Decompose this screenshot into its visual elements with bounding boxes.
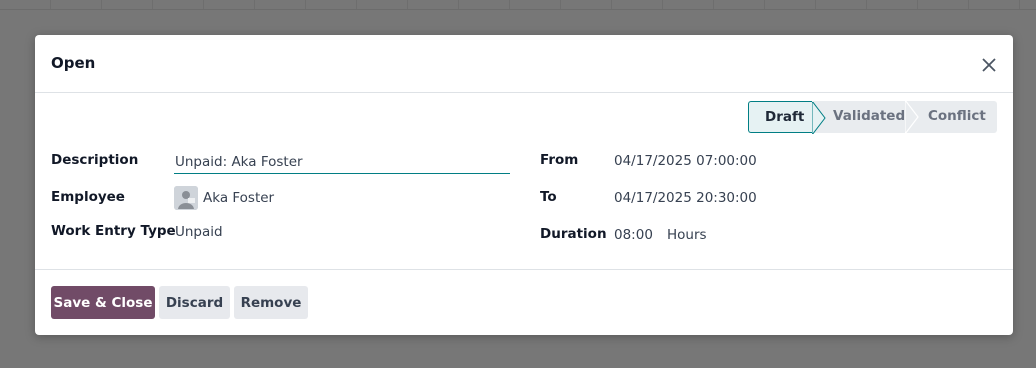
work-entry-dialog: Open Draft Validated Conflict Descriptio… bbox=[35, 35, 1013, 335]
background-calendar-grid bbox=[0, 0, 1036, 10]
status-conflict[interactable]: Conflict bbox=[906, 101, 997, 133]
status-chevron bbox=[905, 101, 919, 133]
dialog-title: Open bbox=[51, 54, 96, 72]
duration-value[interactable]: 08:00 bbox=[614, 227, 653, 243]
duration-label: Duration bbox=[540, 226, 607, 242]
status-draft[interactable]: Draft bbox=[748, 101, 826, 134]
from-label: From bbox=[540, 152, 579, 168]
description-label: Description bbox=[51, 152, 139, 168]
employee-label: Employee bbox=[51, 189, 125, 205]
status-bar: Draft Validated Conflict bbox=[748, 101, 997, 134]
status-conflict-label: Conflict bbox=[928, 108, 986, 124]
status-draft-label: Draft bbox=[765, 109, 805, 125]
from-value[interactable]: 04/17/2025 07:00:00 bbox=[614, 153, 757, 169]
close-icon[interactable] bbox=[978, 54, 1000, 76]
save-close-button[interactable]: Save & Close bbox=[51, 286, 155, 319]
work-entry-type-value[interactable]: Unpaid bbox=[175, 224, 223, 240]
remove-button[interactable]: Remove bbox=[234, 286, 308, 319]
dialog-footer: Save & Close Discard Remove bbox=[35, 269, 1013, 336]
duration-unit: Hours bbox=[667, 227, 707, 243]
discard-button[interactable]: Discard bbox=[159, 286, 230, 319]
employee-avatar bbox=[174, 186, 198, 210]
status-chevron bbox=[812, 102, 826, 134]
to-label: To bbox=[540, 189, 557, 205]
dialog-header: Open bbox=[35, 35, 1013, 93]
status-validated[interactable]: Validated bbox=[812, 101, 919, 133]
work-entry-type-label: Work Entry Type bbox=[51, 223, 176, 239]
to-value[interactable]: 04/17/2025 20:30:00 bbox=[614, 190, 757, 206]
status-validated-label: Validated bbox=[833, 108, 906, 124]
employee-name[interactable]: Aka Foster bbox=[203, 190, 274, 206]
description-input[interactable] bbox=[174, 151, 510, 174]
